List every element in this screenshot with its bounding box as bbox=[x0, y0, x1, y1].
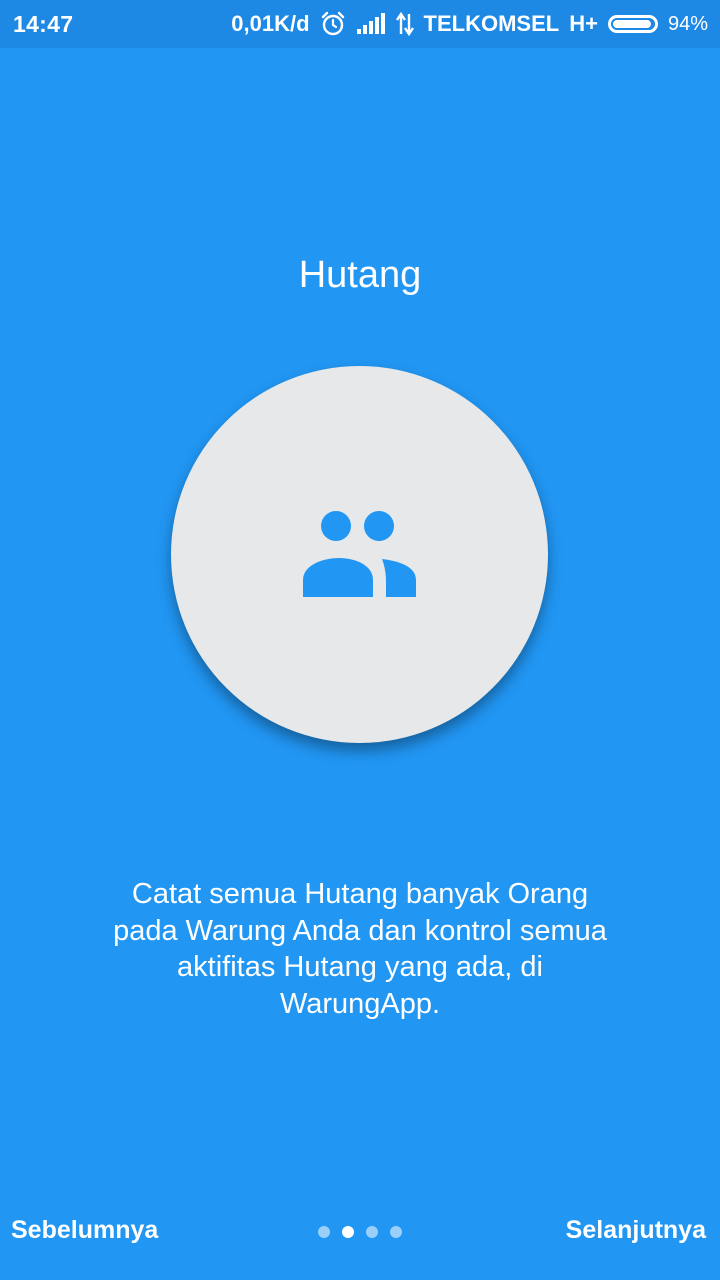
battery-fill bbox=[612, 20, 651, 28]
carrier-name: TELKOMSEL bbox=[423, 11, 560, 36]
page-dot bbox=[318, 1226, 330, 1238]
signal-icon bbox=[356, 13, 386, 35]
status-time: 14:47 bbox=[13, 11, 74, 37]
people-icon bbox=[303, 511, 416, 597]
page-dot bbox=[390, 1226, 402, 1238]
network-type: H+ bbox=[569, 11, 598, 36]
page-indicator bbox=[318, 1226, 402, 1238]
status-bar: 14:47 0,01K/d TELKOMSEL H+ 94% bbox=[0, 0, 720, 48]
next-button[interactable]: Selanjutnya bbox=[566, 1216, 706, 1245]
previous-button[interactable]: Sebelumnya bbox=[11, 1216, 158, 1245]
battery-percent: 94% bbox=[667, 12, 708, 35]
data-transfer-icon bbox=[395, 12, 414, 36]
network-speed: 0,01K/d bbox=[231, 11, 310, 36]
page-title: Hutang bbox=[298, 254, 422, 296]
battery-icon bbox=[607, 15, 658, 33]
status-icons: 0,01K/d TELKOMSEL H+ 94% bbox=[231, 0, 708, 48]
onboarding-description: Catat semua Hutang banyak Orang pada War… bbox=[113, 878, 607, 1020]
page-dot bbox=[342, 1226, 354, 1238]
alarm-icon bbox=[320, 11, 346, 37]
page-dot bbox=[366, 1226, 378, 1238]
hero-circle bbox=[171, 366, 548, 743]
